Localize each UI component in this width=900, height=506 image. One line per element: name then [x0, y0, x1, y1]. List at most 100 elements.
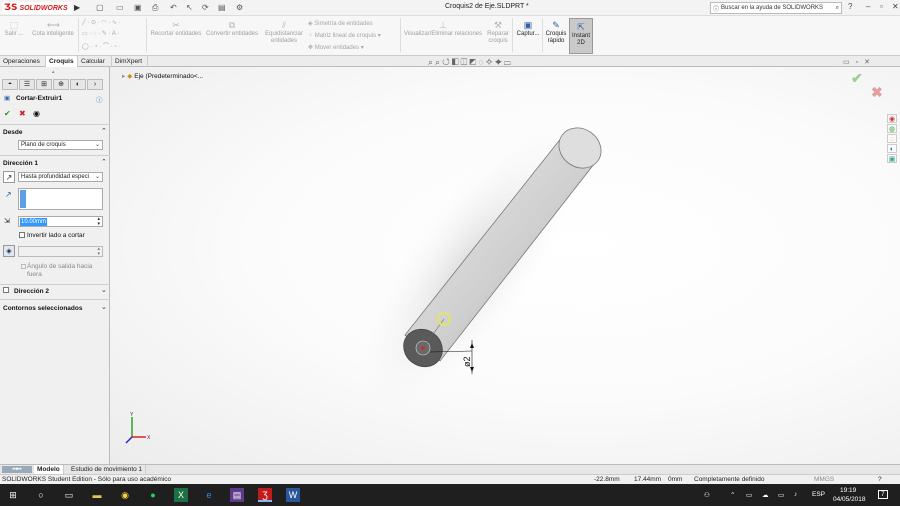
cloud-icon[interactable]: ☁: [762, 491, 769, 499]
zoom-to-fit-icon[interactable]: ⌕: [428, 57, 435, 67]
property-manager-tab-icon[interactable]: ☰: [19, 79, 35, 90]
excel-icon[interactable]: X: [174, 488, 188, 502]
viewport-minimize-icon[interactable]: ▭: [843, 59, 856, 66]
display-style-icon[interactable]: ◩: [469, 57, 478, 67]
reverse-direction-icon[interactable]: ↗: [3, 171, 15, 183]
tab-calcular[interactable]: Calcular: [78, 56, 112, 67]
language-indicator[interactable]: ESP: [812, 491, 825, 498]
previous-view-icon[interactable]: ↺: [442, 57, 452, 67]
cancel-icon[interactable]: ✖: [19, 109, 26, 118]
model-view[interactable]: ø2 Y X: [110, 67, 900, 464]
battery-icon[interactable]: ▭: [778, 491, 784, 499]
move-entities-button[interactable]: ✥ Mover entidades ▾: [308, 44, 364, 51]
desde-section-label[interactable]: Desde: [3, 129, 23, 136]
solidworks-logo[interactable]: ƷS SOLIDWORKS: [2, 2, 72, 14]
viewport-restore-icon[interactable]: ▫: [856, 59, 864, 66]
spotify-icon[interactable]: ●: [146, 488, 160, 502]
direccion1-section-label[interactable]: Dirección 1: [3, 160, 38, 167]
new-document-icon[interactable]: ▢: [96, 3, 104, 12]
volume-icon[interactable]: ♪: [794, 491, 797, 498]
convert-entities-button[interactable]: ⧉ Convertir entidades: [204, 20, 260, 38]
rapid-sketch-button[interactable]: ✎ Croquis rápido: [544, 20, 568, 45]
direccion2-checkbox[interactable]: [3, 287, 9, 293]
end-condition-select[interactable]: Hasta profundidad especi ⌄: [18, 172, 103, 182]
preview-eye-icon[interactable]: ◉: [33, 109, 40, 118]
tab-modelo[interactable]: Modelo: [34, 465, 64, 474]
tray-expand-icon[interactable]: ⌃: [730, 491, 735, 499]
restore-icon[interactable]: ▫: [880, 2, 883, 11]
rebuild-icon[interactable]: ⟳: [202, 3, 209, 12]
trim-entities-button[interactable]: ✂ Recortar entidades: [148, 20, 204, 38]
file-explorer-taskbar-icon[interactable]: ▬: [90, 488, 104, 502]
collapse-desde-icon[interactable]: ⌃: [101, 127, 107, 135]
draft-angle-input[interactable]: ▴ ▾: [18, 246, 103, 257]
tab-scroll-buttons[interactable]: ◂◂▸▸: [2, 466, 32, 473]
chrome-icon[interactable]: ◉: [118, 488, 132, 502]
depth-spinner-icon[interactable]: ▴ ▾: [97, 217, 100, 227]
clock-date[interactable]: 04/05/2018: [833, 496, 866, 503]
capture-button[interactable]: ▣ Captur...: [514, 20, 542, 38]
undo-icon[interactable]: ↶: [170, 3, 177, 12]
draft-toggle-icon[interactable]: ◈: [3, 245, 15, 257]
tab-estudio-movimiento[interactable]: Estudio de movimiento 1: [68, 465, 147, 474]
windows-start-icon[interactable]: ⊞: [6, 488, 20, 502]
display-relations-button[interactable]: ⊥ Visualizar/Eliminar relaciones: [402, 20, 484, 38]
configuration-tab-icon[interactable]: ⊞: [36, 79, 52, 90]
diameter-dimension[interactable]: ø2: [462, 356, 472, 367]
section-view-icon[interactable]: ◧: [452, 57, 461, 67]
repair-sketch-button[interactable]: ⚒ Reparar croquis: [484, 20, 512, 45]
exit-sketch-button[interactable]: ⬚ Salir ...: [4, 20, 24, 38]
dimxpert-tab-icon[interactable]: ⊕: [53, 79, 69, 90]
help-search-box[interactable]: ⓘ Buscar en la ayuda de SOLIDWORKS ⌕: [710, 2, 842, 14]
viewport-close-icon[interactable]: ✕: [864, 59, 876, 66]
angulo-checkbox[interactable]: [21, 264, 26, 269]
mirror-entities-button[interactable]: ◈ Simetría de entidades: [308, 20, 373, 27]
rectangle-tool-icon[interactable]: ▭ · ◌ · ✎ · A ·: [82, 30, 119, 37]
linear-pattern-button[interactable]: ⁘ Matriz lineal de croquis ▾: [308, 32, 381, 39]
panel-handle-icon[interactable]: ▴: [52, 69, 55, 75]
invertir-checkbox[interactable]: [19, 232, 25, 238]
edge-icon[interactable]: e: [202, 488, 216, 502]
desde-select[interactable]: Plano de croquis ⌄: [18, 140, 103, 150]
help-circle-icon[interactable]: ⓘ: [96, 94, 103, 104]
visual-studio-icon[interactable]: ▤: [230, 488, 244, 502]
instant2d-button[interactable]: ⇱ Instant 2D: [569, 18, 593, 54]
collapse-direccion1-icon[interactable]: ⌃: [101, 158, 107, 166]
solidworks-taskbar-icon[interactable]: Ʒ: [258, 488, 272, 502]
direccion2-section-label[interactable]: Dirección 2: [14, 288, 49, 295]
help-menu-icon[interactable]: ?: [848, 2, 852, 11]
hide-show-icon[interactable]: ◌: [478, 57, 485, 67]
open-icon[interactable]: ▭: [116, 3, 124, 12]
search-taskbar-icon[interactable]: ○: [34, 488, 48, 502]
expand-contornos-icon[interactable]: ⌄: [101, 303, 107, 311]
display-manager-tab-icon[interactable]: ◐: [70, 79, 86, 90]
contornos-section-label[interactable]: Contornos seleccionados: [3, 305, 82, 312]
smart-dimension-button[interactable]: ⟷ Cota inteligente: [30, 20, 76, 38]
view-settings-icon[interactable]: ▭: [504, 57, 513, 67]
direction-reference-box[interactable]: [18, 188, 103, 210]
people-icon[interactable]: ⚇: [704, 491, 710, 499]
tab-dimxpert[interactable]: DimXpert: [112, 56, 148, 67]
help-search-input[interactable]: Buscar en la ayuda de SOLIDWORKS: [721, 5, 823, 11]
word-icon[interactable]: W: [286, 488, 300, 502]
network-icon[interactable]: ▭: [746, 491, 752, 499]
more-tabs-icon[interactable]: ›: [87, 79, 103, 90]
tab-operaciones[interactable]: Operaciones: [0, 56, 46, 67]
feature-manager-tab-icon[interactable]: ◓: [2, 79, 18, 90]
expand-direccion2-icon[interactable]: ⌄: [101, 286, 107, 294]
edit-appearance-icon[interactable]: ✧: [486, 57, 495, 67]
offset-entities-button[interactable]: ⫽ Equidistanciar entidades: [262, 20, 306, 45]
options-icon[interactable]: ⚙: [236, 3, 243, 12]
clock-time[interactable]: 19:19: [840, 487, 856, 494]
slot-tool-icon[interactable]: ◯ · ◔ · ⌒ · ▫ ·: [82, 41, 120, 50]
scene-icon[interactable]: ✦: [495, 57, 504, 67]
notification-icon[interactable]: 7: [878, 490, 888, 499]
save-icon[interactable]: ▣: [134, 3, 142, 12]
menu-expand-icon[interactable]: ▶: [74, 3, 80, 12]
line-tool-icon[interactable]: ╱ · ⊙ · ◠ · ∿ ·: [82, 19, 121, 26]
search-icon[interactable]: ⌕: [836, 5, 841, 12]
close-window-icon[interactable]: ✕: [892, 2, 899, 11]
task-view-icon[interactable]: ▭: [62, 488, 76, 502]
minimize-icon[interactable]: –: [866, 2, 870, 11]
print-icon[interactable]: ⎙: [152, 3, 158, 13]
